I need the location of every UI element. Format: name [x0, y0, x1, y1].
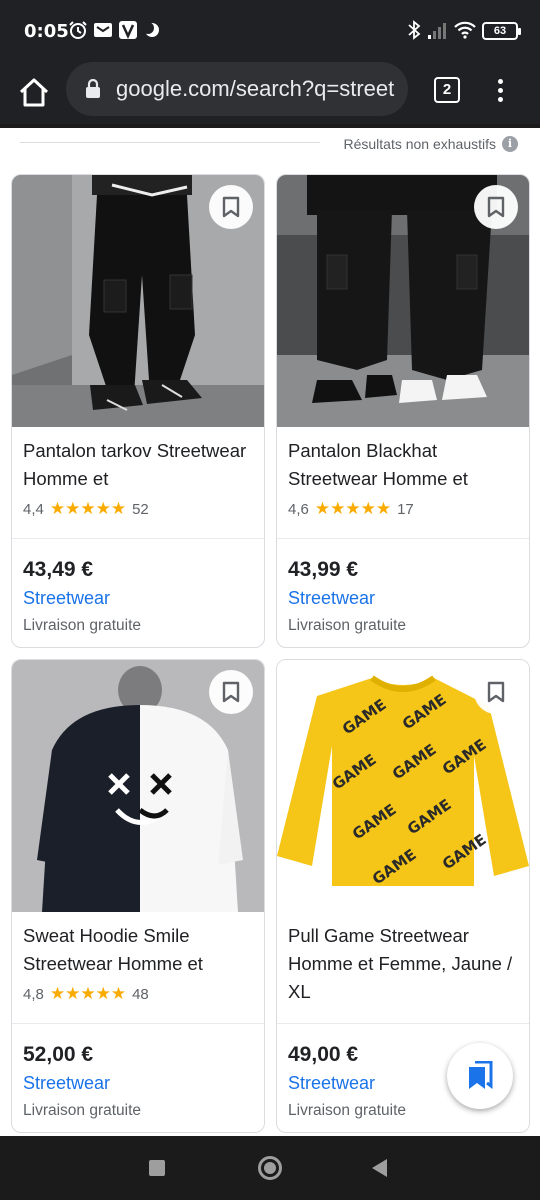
system-nav-bar — [0, 1136, 540, 1200]
review-count: 48 — [132, 985, 149, 1003]
battery-icon: 63 — [482, 22, 521, 40]
results-disclaimer: Résultats non exhaustifs i — [343, 136, 518, 152]
results-disclaimer-text: Résultats non exhaustifs — [343, 136, 496, 152]
info-icon[interactable]: i — [502, 136, 518, 152]
shipping-info: Livraison gratuite — [288, 1102, 407, 1119]
star-rating-icon: ★★★★★ — [314, 499, 392, 518]
moon-icon — [143, 22, 159, 37]
mail-icon — [94, 23, 112, 37]
shipping-info: Livraison gratuite — [23, 617, 142, 634]
results-area: Résultats non exhaustifs i Pantalon tark… — [0, 124, 540, 1136]
save-bookmark-button[interactable] — [209, 185, 253, 229]
alarm-icon — [69, 21, 87, 39]
product-rating: 4,4 ★★★★★ 52 — [23, 499, 149, 519]
rating-value: 4,8 — [23, 985, 44, 1003]
url-bar[interactable]: google.com/search?q=street — [66, 62, 408, 116]
browser-toolbar: google.com/search?q=street 2 — [0, 62, 540, 124]
saved-items-button[interactable] — [447, 1043, 513, 1109]
store-link[interactable]: Streetwear — [23, 588, 110, 609]
bookmark-icon — [487, 681, 505, 703]
save-bookmark-button[interactable] — [474, 185, 518, 229]
back-button[interactable] — [372, 1159, 387, 1177]
signal-icon — [428, 23, 446, 39]
rating-value: 4,6 — [288, 500, 309, 518]
bookmark-icon — [222, 196, 240, 218]
save-bookmark-button[interactable] — [209, 670, 253, 714]
shipping-info: Livraison gratuite — [23, 1102, 142, 1119]
card-divider — [277, 1023, 529, 1024]
screen: 0:05 63 google.com/search?q=street 2 Rés… — [0, 0, 540, 1200]
lock-icon — [86, 79, 100, 98]
card-divider — [12, 538, 264, 539]
review-count: 52 — [132, 500, 149, 518]
rating-value: 4,4 — [23, 500, 44, 518]
product-price: 52,00 € — [23, 1043, 94, 1066]
wifi-icon — [454, 21, 476, 39]
shipping-info: Livraison gratuite — [288, 617, 407, 634]
product-card[interactable]: Pantalon tarkov Streetwear Homme et 4,4 … — [11, 174, 265, 648]
home-button[interactable] — [258, 1156, 282, 1180]
product-title[interactable]: Pantalon Blackhat Streetwear Homme et — [288, 437, 520, 493]
product-title[interactable]: Sweat Hoodie Smile Streetwear Homme et — [23, 922, 255, 978]
bookmark-icon — [222, 681, 240, 703]
store-link[interactable]: Streetwear — [288, 1073, 375, 1094]
star-rating-icon: ★★★★★ — [49, 499, 127, 518]
clock: 0:05 — [24, 21, 69, 42]
product-rating: 4,6 ★★★★★ 17 — [288, 499, 414, 519]
v-app-icon — [119, 21, 137, 40]
divider — [20, 142, 320, 143]
more-menu-icon[interactable] — [490, 76, 510, 106]
product-title[interactable]: Pantalon tarkov Streetwear Homme et — [23, 437, 255, 493]
home-icon[interactable] — [16, 75, 52, 111]
bluetooth-icon — [408, 20, 421, 40]
tab-switcher-button[interactable]: 2 — [434, 77, 460, 103]
bookmarks-icon — [469, 1061, 493, 1089]
product-price: 43,49 € — [23, 558, 94, 581]
star-rating-icon: ★★★★★ — [49, 984, 127, 1003]
review-count: 17 — [397, 500, 414, 518]
product-price: 49,00 € — [288, 1043, 359, 1066]
store-link[interactable]: Streetwear — [23, 1073, 110, 1094]
product-card[interactable]: Sweat Hoodie Smile Streetwear Homme et 4… — [11, 659, 265, 1133]
bookmark-icon — [487, 196, 505, 218]
recent-apps-button[interactable] — [149, 1160, 165, 1176]
product-price: 43,99 € — [288, 558, 359, 581]
card-divider — [12, 1023, 264, 1024]
product-card[interactable]: Pantalon Blackhat Streetwear Homme et 4,… — [276, 174, 530, 648]
save-bookmark-button[interactable] — [474, 670, 518, 714]
store-link[interactable]: Streetwear — [288, 588, 375, 609]
status-bar: 0:05 63 — [0, 0, 540, 62]
product-rating: 4,8 ★★★★★ 48 — [23, 984, 149, 1004]
product-title[interactable]: Pull Game Streetwear Homme et Femme, Jau… — [288, 922, 520, 1006]
url-text: google.com/search?q=street — [116, 76, 395, 101]
card-divider — [277, 538, 529, 539]
